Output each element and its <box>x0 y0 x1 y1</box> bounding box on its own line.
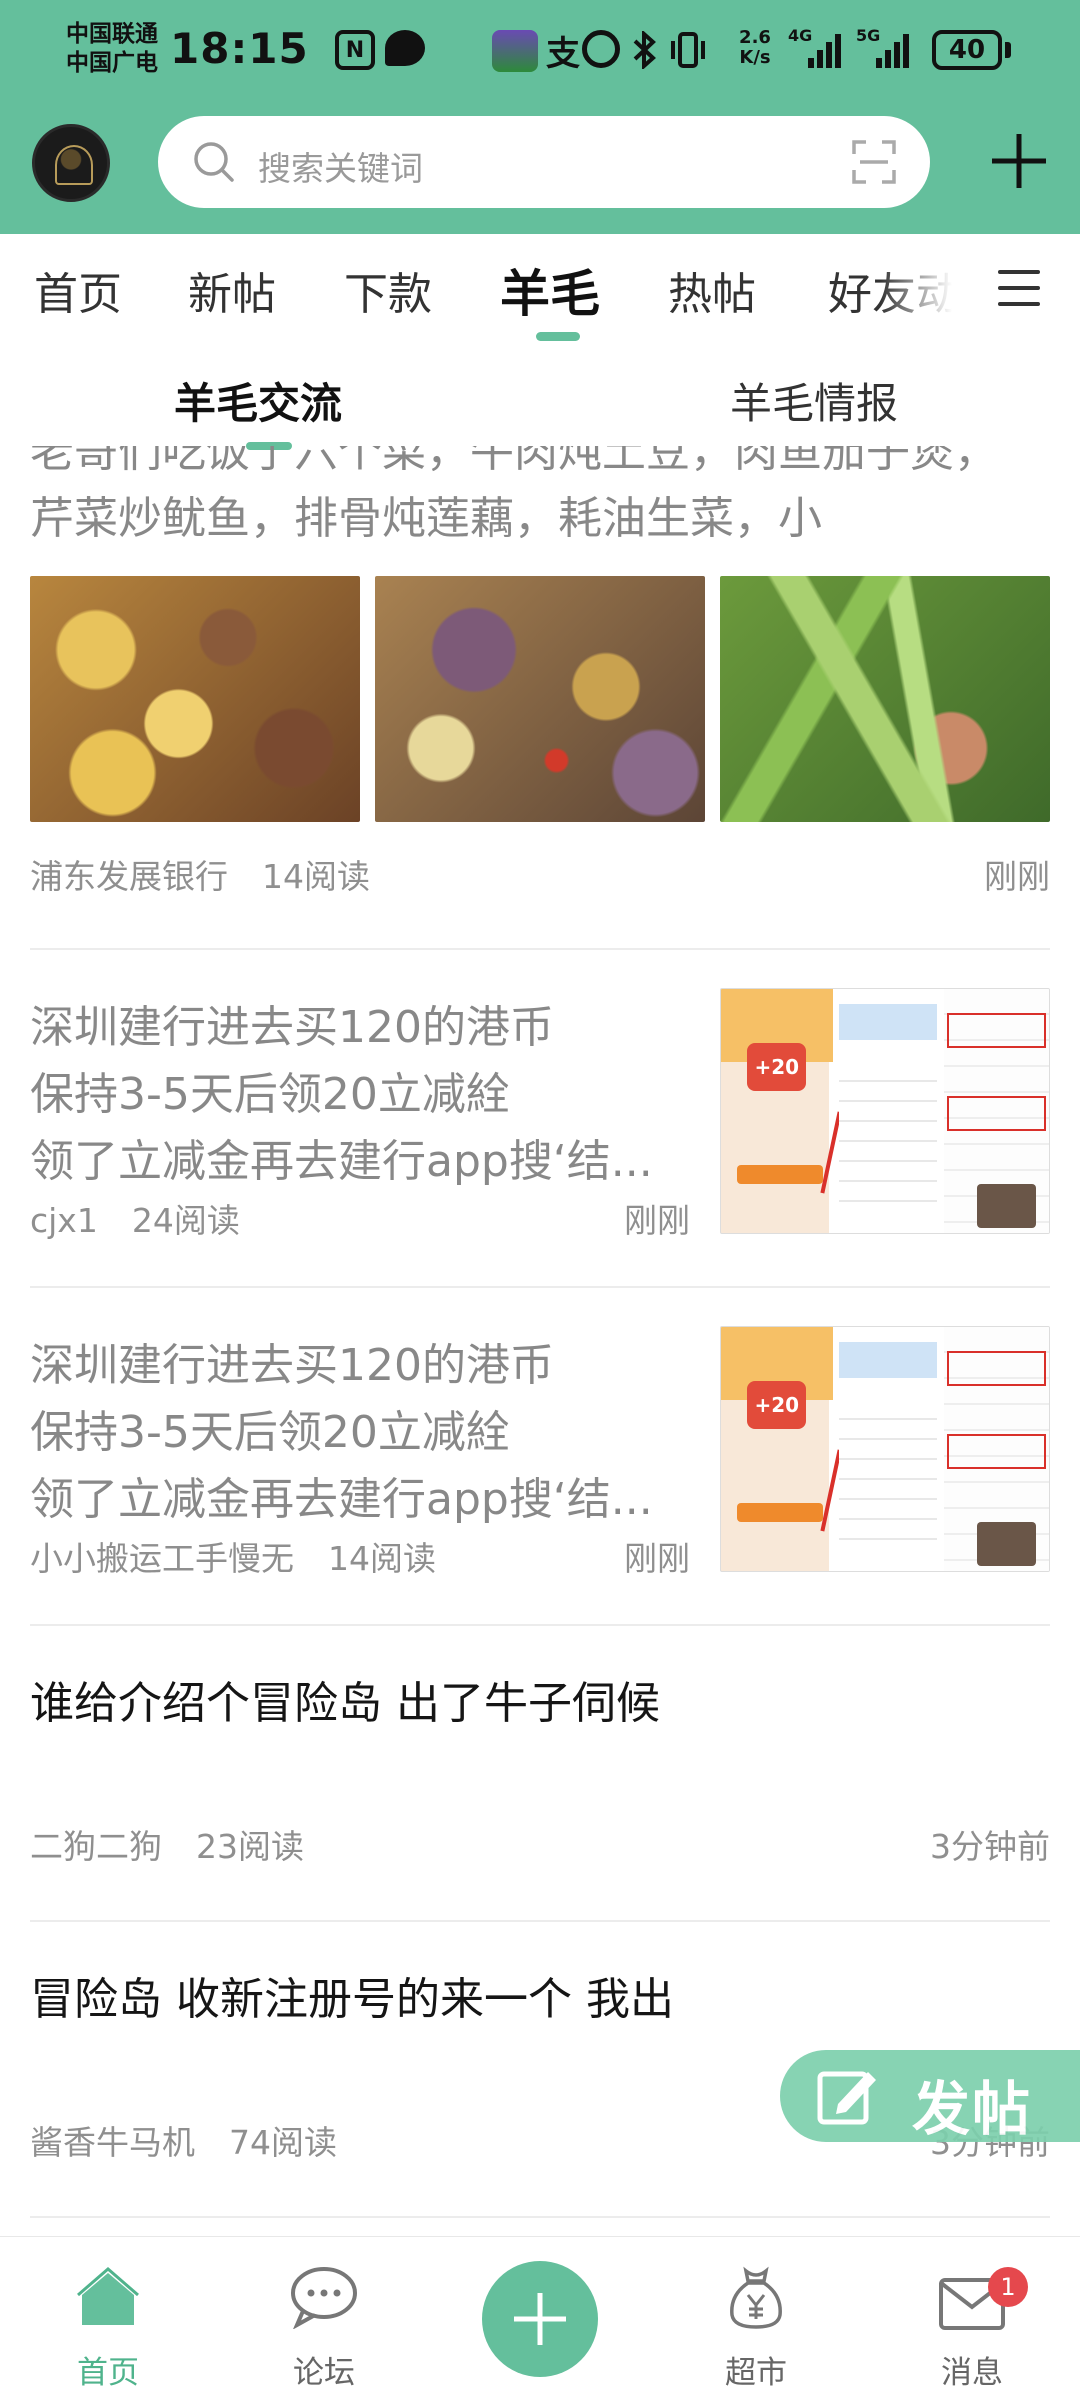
post-time: 3分钟前 <box>930 1827 1050 1866</box>
search-bar[interactable]: 搜索关键词 <box>158 116 930 208</box>
nav-messages-label: 消息 <box>941 2355 1003 2391</box>
bluetooth-icon <box>632 30 658 70</box>
top-header: 中国联通 中国广电 18:15 N 支 2.6 K/s 4G 5G 40 搜索关… <box>0 0 1080 234</box>
edit-icon <box>817 2071 876 2125</box>
post-reads: 14阅读 <box>262 857 370 896</box>
message-count-badge: 1 <box>988 2267 1028 2307</box>
forum-chat-icon <box>291 2267 357 2329</box>
home-icon <box>77 2267 139 2325</box>
post-reads: 14阅读 <box>328 1539 436 1578</box>
nav-home[interactable]: 首页 <box>28 2237 188 2400</box>
tab-deals[interactable]: 羊毛 <box>500 254 600 326</box>
vibrate-icon <box>668 30 708 70</box>
post-text-partial: 老哥们吃饭了六个菜，牛肉炖土豆，肉鱼茄子煲， <box>30 446 998 477</box>
avatar-emblem-icon <box>55 145 93 185</box>
divider <box>30 2216 1050 2218</box>
carrier-line-2: 中国广电 <box>66 50 158 76</box>
post-time: 刚刚 <box>624 1539 690 1578</box>
post-reads: 24阅读 <box>131 1201 240 1240</box>
list-item[interactable]: 谁给介绍个冒险岛 出了牛子伺候 二狗二狗 23阅读 3分钟前 <box>30 1670 1050 1870</box>
signal-5g-label: 5G <box>856 26 881 45</box>
nav-forum-label: 论坛 <box>293 2355 355 2391</box>
network-speed: 2.6 K/s <box>732 28 778 68</box>
list-item[interactable]: 深圳建行进去买120的港币 保持3-5天后领20立减絟 领了立减金再去建行app… <box>30 988 1050 1244</box>
active-tab-indicator <box>536 332 580 341</box>
post-feed[interactable]: 老哥们吃饭了六个菜，牛肉炖土豆，肉鱼茄子煲， 芹菜炒鱿鱼，排骨炖莲藕，耗油生菜，… <box>0 446 1080 2236</box>
nfc-icon: N <box>335 30 375 70</box>
menu-icon[interactable] <box>998 270 1040 308</box>
battery-tip <box>1005 42 1011 58</box>
market-bag-icon <box>730 2266 782 2329</box>
message-bubble-icon <box>385 30 425 66</box>
post-author: cjx1 <box>30 1201 98 1240</box>
list-item[interactable]: 深圳建行进去买120的港币 保持3-5天后领20立减絟 领了立减金再去建行app… <box>30 1326 1050 1582</box>
subtab-deal-intel[interactable]: 羊毛情报 <box>730 370 898 431</box>
post-time: 刚刚 <box>984 857 1050 896</box>
list-item[interactable]: 老哥们吃饭了六个菜，牛肉炖土豆，肉鱼茄子煲， 芹菜炒鱿鱼，排骨炖莲藕，耗油生菜，… <box>30 446 1050 918</box>
app-notification-icon <box>492 30 538 72</box>
divider <box>30 1286 1050 1288</box>
post-title: 谁给介绍个冒险岛 出了牛子伺候 <box>30 1678 660 1729</box>
alarm-icon <box>582 30 620 68</box>
category-tabs: 首页 新帖 下款 羊毛 热帖 好友动 <box>0 234 1080 346</box>
nav-forum[interactable]: 论坛 <box>244 2237 404 2400</box>
nav-market-label: 超市 <box>725 2355 787 2391</box>
bottom-navigation: 首页 论坛 超市 1 消息 <box>0 2236 1080 2400</box>
post-author: 浦东发展银行 <box>30 857 228 896</box>
divider <box>30 1920 1050 1922</box>
carrier-line-1: 中国联通 <box>66 21 158 47</box>
post-image[interactable] <box>375 576 705 822</box>
promo-badge: +20 <box>747 1042 807 1092</box>
new-post-label: 发帖 <box>912 2075 1033 2143</box>
subtab-deal-exchange[interactable]: 羊毛交流 <box>174 370 342 431</box>
alipay-icon: 支 <box>546 33 580 74</box>
status-bar: 中国联通 中国广电 18:15 N 支 2.6 K/s 4G 5G 40 <box>0 0 1080 104</box>
status-time: 18:15 <box>170 24 309 73</box>
post-image[interactable]: +20 <box>720 988 1050 1234</box>
post-image[interactable]: +20 <box>720 1326 1050 1572</box>
post-author: 酱香牛马机 <box>30 2123 195 2162</box>
plus-icon <box>514 2293 566 2345</box>
post-time: 刚刚 <box>624 1201 690 1240</box>
nav-market[interactable]: 超市 <box>676 2237 836 2400</box>
network-speed-value: 2.6 <box>739 27 771 48</box>
divider <box>30 948 1050 950</box>
carrier-info: 中国联通 中国广电 <box>66 20 158 78</box>
post-author: 二狗二狗 <box>30 1827 162 1866</box>
battery-icon: 40 <box>932 30 1002 70</box>
signal-5g-icon: 5G <box>856 26 912 70</box>
tab-loans[interactable]: 下款 <box>344 258 432 322</box>
signal-4g-label: 4G <box>788 26 813 45</box>
tab-new-posts[interactable]: 新帖 <box>188 258 276 322</box>
nav-add-button[interactable] <box>482 2261 598 2377</box>
sub-tabs: 羊毛交流 羊毛情报 <box>0 346 1080 450</box>
add-plus-icon[interactable] <box>988 130 1050 192</box>
nav-messages[interactable]: 1 消息 <box>892 2237 1052 2400</box>
post-image[interactable] <box>30 576 360 822</box>
new-post-button[interactable]: 发帖 <box>780 2050 1080 2143</box>
signal-4g-icon: 4G <box>788 26 844 70</box>
post-author: 小小搬运工手慢无 <box>30 1539 294 1578</box>
post-title: 冒险岛 收新注册号的来一个 我出 <box>30 1974 674 2025</box>
user-avatar[interactable] <box>32 124 110 202</box>
post-text: 芹菜炒鱿鱼，排骨炖莲藕，耗油生菜，小 <box>30 493 822 544</box>
search-icon <box>194 142 234 182</box>
post-meta: 小小搬运工手慢无 14阅读 刚刚 <box>30 1532 690 1578</box>
post-meta: 二狗二狗 23阅读 3分钟前 <box>30 1820 1050 1866</box>
divider <box>30 1624 1050 1626</box>
tab-fade-overlay <box>880 234 970 346</box>
search-input[interactable]: 搜索关键词 <box>258 142 423 190</box>
promo-badge: +20 <box>747 1380 807 1430</box>
post-meta: cjx1 24阅读 刚刚 <box>30 1194 690 1240</box>
post-reads: 74阅读 <box>229 2123 337 2162</box>
post-image[interactable] <box>720 576 1050 822</box>
post-meta: 浦东发展银行 14阅读 刚刚 <box>30 850 1050 896</box>
post-reads: 23阅读 <box>196 1827 304 1866</box>
nav-home-label: 首页 <box>77 2355 139 2391</box>
tab-hot-posts[interactable]: 热帖 <box>668 258 756 322</box>
scan-icon[interactable] <box>850 138 898 186</box>
tab-home[interactable]: 首页 <box>34 258 122 322</box>
network-speed-unit: K/s <box>739 47 771 68</box>
